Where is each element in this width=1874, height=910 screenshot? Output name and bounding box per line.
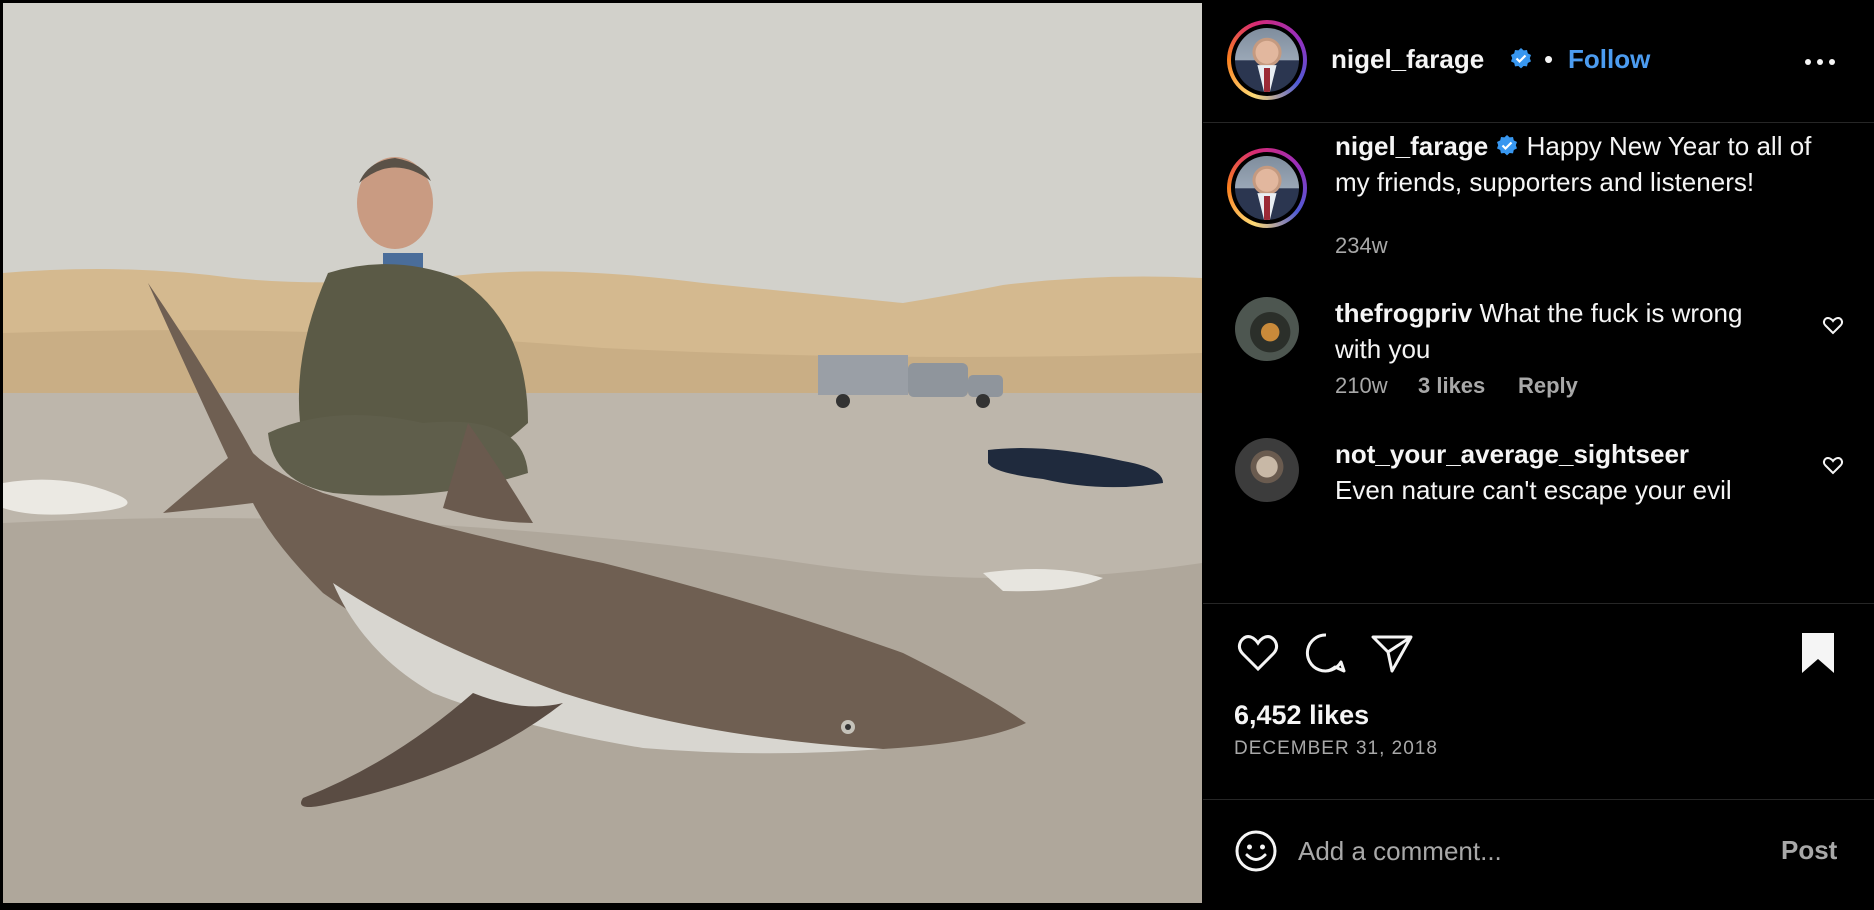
heart-icon[interactable] [1821, 313, 1845, 337]
comment-input[interactable] [1296, 825, 1770, 877]
photo-scene [3, 3, 1202, 903]
header-separator: • [1544, 44, 1554, 74]
header-avatar[interactable] [1227, 20, 1307, 100]
avatar-photo [1235, 28, 1299, 92]
instagram-post-modal: nigel_farage • Follow nigel_farage Happy… [0, 0, 1874, 910]
header-username[interactable]: nigel_farage [1331, 44, 1484, 75]
verified-badge-icon [1497, 135, 1518, 156]
post-actions: 6,452 likes DECEMBER 31, 2018 [1203, 603, 1874, 800]
verified-badge-icon [1511, 48, 1531, 69]
heart-icon[interactable] [1234, 629, 1282, 677]
caption-avatar[interactable] [1227, 148, 1307, 228]
comment-icon[interactable] [1302, 629, 1350, 677]
comment-username[interactable]: not_your_average_sightseer [1335, 439, 1689, 469]
heart-icon[interactable] [1821, 453, 1845, 477]
comment-likes[interactable]: 3 likes [1418, 373, 1485, 399]
reply-button[interactable]: Reply [1518, 373, 1578, 399]
emoji-icon[interactable] [1234, 829, 1278, 873]
caption-timestamp[interactable]: 234w [1335, 233, 1388, 259]
post-side-panel: nigel_farage • Follow nigel_farage Happy… [1203, 0, 1874, 910]
likes-count[interactable]: 6,452 likes [1234, 700, 1369, 731]
follow-button[interactable]: Follow [1568, 44, 1650, 75]
comment-text: not_your_average_sightseer Even nature c… [1335, 436, 1805, 508]
caption-username[interactable]: nigel_farage [1335, 131, 1488, 161]
comments-section: nigel_farage Happy New Year to all of my… [1203, 123, 1874, 603]
post-date[interactable]: DECEMBER 31, 2018 [1234, 738, 1438, 760]
bookmark-icon[interactable] [1796, 629, 1840, 677]
comment-body: Even nature can't escape your evil [1335, 475, 1732, 505]
comment-text: thefrogpriv What the fuck is wrong with … [1335, 295, 1755, 367]
avatar-photo [1235, 156, 1299, 220]
more-options-icon[interactable] [1798, 42, 1842, 82]
caption: nigel_farage Happy New Year to all of my… [1335, 128, 1815, 200]
post-header: nigel_farage • Follow [1203, 0, 1874, 123]
share-icon[interactable] [1368, 629, 1416, 677]
comment-username[interactable]: thefrogpriv [1335, 298, 1472, 328]
comment-avatar[interactable] [1235, 297, 1299, 361]
post-photo[interactable] [3, 3, 1202, 903]
comment-avatar[interactable] [1235, 438, 1299, 502]
post-comment-button[interactable]: Post [1781, 835, 1837, 866]
comment-timestamp[interactable]: 210w [1335, 373, 1388, 399]
add-comment-bar: Post [1203, 799, 1874, 910]
